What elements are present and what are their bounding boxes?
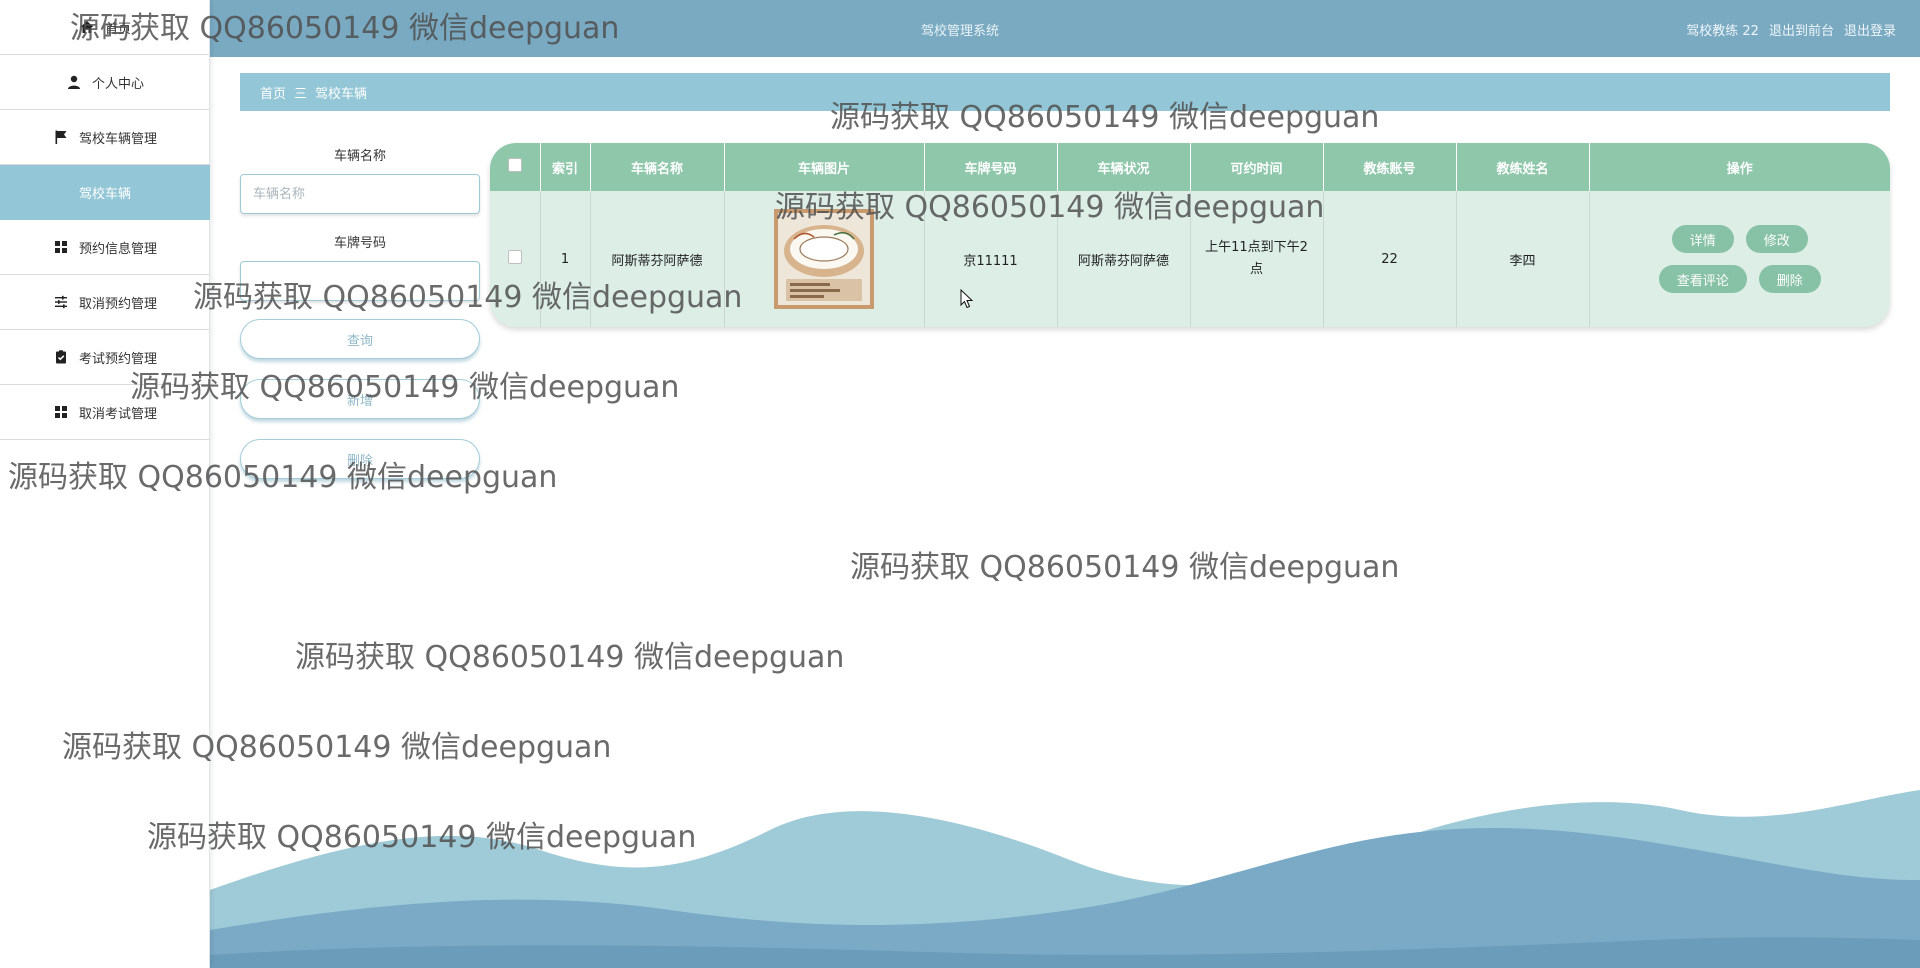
select-all-checkbox[interactable] <box>507 158 522 172</box>
view-comments-button[interactable]: 查看评论 <box>1658 265 1747 293</box>
column-header: 车辆名称 <box>590 143 725 191</box>
breadcrumb-current: 驾校车辆 <box>315 86 368 102</box>
row-checkbox[interactable] <box>507 250 522 264</box>
sidebar-item-vehicle-management[interactable]: 驾校车辆管理 <box>0 110 210 165</box>
sidebar-item-label: 预约信息管理 <box>78 241 157 257</box>
vehicle-name-input[interactable] <box>240 174 480 214</box>
watermark-text: 源码获取 QQ86050149 微信deepguan <box>147 820 697 855</box>
exit-to-front-link[interactable]: 退出到前台 <box>1769 20 1834 39</box>
sidebar-item-vehicles[interactable]: 驾校车辆 <box>0 165 210 220</box>
watermark-text: 源码获取 QQ86050149 微信deepguan <box>62 730 612 765</box>
grid-icon <box>53 239 69 255</box>
flag-icon <box>53 129 69 145</box>
watermark-text: 源码获取 QQ86050149 微信deepguan <box>193 280 743 315</box>
user-icon <box>66 74 82 90</box>
search-panel: 车辆名称 车牌号码 查询 新增 删除 <box>240 145 490 499</box>
query-button[interactable]: 查询 <box>240 319 480 359</box>
breadcrumb-home[interactable]: 首页 <box>260 83 286 102</box>
logout-link[interactable]: 退出登录 <box>1844 20 1896 39</box>
column-header: 教练账号 <box>1323 143 1457 191</box>
actions-cell: 详情 修改 查看评论 删除 <box>1589 191 1890 327</box>
select-all-header <box>490 143 541 191</box>
coach-name-cell: 李四 <box>1456 191 1590 327</box>
sidebar-item-profile[interactable]: 个人中心 <box>0 55 210 110</box>
plate-number-label: 车牌号码 <box>333 236 386 251</box>
sidebar-item-label: 取消预约管理 <box>78 296 157 312</box>
column-header: 操作 <box>1726 161 1753 177</box>
watermark-text: 源码获取 QQ86050149 微信deepguan <box>70 11 620 46</box>
current-user-label: 驾校教练 22 <box>1686 24 1759 39</box>
watermark-text: 源码获取 QQ86050149 微信deepguan <box>775 190 1325 225</box>
sidebar-item-label: 个人中心 <box>91 76 144 92</box>
delete-row-button[interactable]: 删除 <box>1758 265 1821 293</box>
breadcrumb-separator: 三 <box>294 86 308 102</box>
column-header: 索引 <box>540 143 591 191</box>
sidebar-item-label: 驾校车辆管理 <box>78 131 157 147</box>
sliders-icon <box>53 294 69 310</box>
sidebar-item-cancel-booking[interactable]: 取消预约管理 <box>0 275 210 330</box>
watermark-text: 源码获取 QQ86050149 微信deepguan <box>8 460 558 495</box>
mouse-cursor-icon <box>960 289 974 309</box>
watermark-text: 源码获取 QQ86050149 微信deepguan <box>850 550 1400 585</box>
edit-button[interactable]: 修改 <box>1745 225 1808 253</box>
decorative-waves <box>210 790 1920 968</box>
top-bar-user-area: 驾校教练 22 退出到前台 退出登录 <box>1686 20 1896 39</box>
clipboard-check-icon <box>53 349 69 365</box>
detail-button[interactable]: 详情 <box>1671 225 1734 253</box>
coach-account-cell: 22 <box>1323 191 1457 327</box>
sidebar-item-booking-management[interactable]: 预约信息管理 <box>0 220 210 275</box>
watermark-text: 源码获取 QQ86050149 微信deepguan <box>295 640 845 675</box>
sidebar-item-label: 驾校车辆 <box>78 187 131 202</box>
watermark-text: 源码获取 QQ86050149 微信deepguan <box>830 100 1380 135</box>
column-header: 教练姓名 <box>1456 143 1590 191</box>
grid-icon <box>53 404 69 420</box>
vehicle-name-label: 车辆名称 <box>333 149 386 164</box>
app-root: 驾校管理系统 驾校教练 22 退出到前台 退出登录 首页 个人中心 驾校车辆管理 <box>0 0 1920 968</box>
watermark-text: 源码获取 QQ86050149 微信deepguan <box>130 370 680 405</box>
